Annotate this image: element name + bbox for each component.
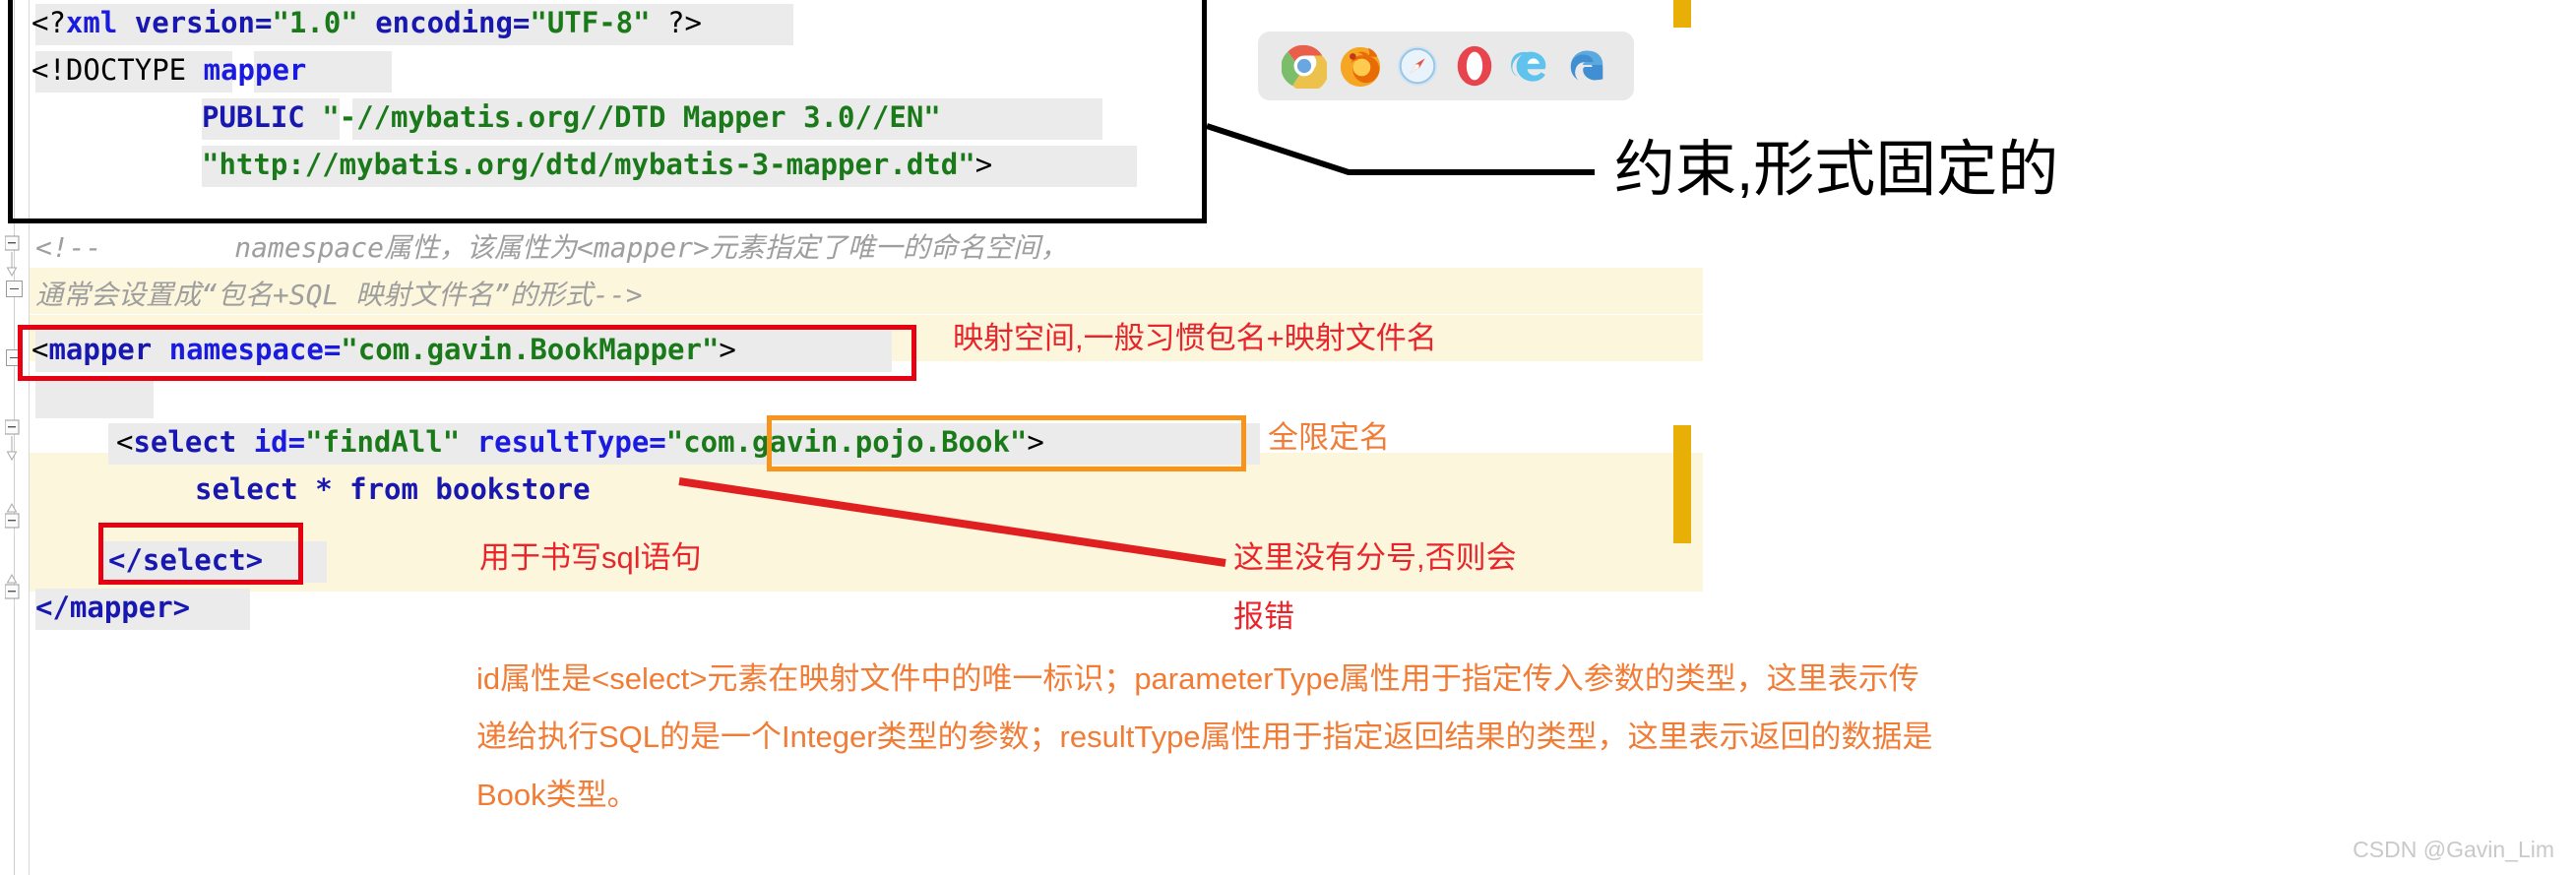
firefox-icon[interactable]: [1338, 43, 1383, 89]
code-line-comment-2[interactable]: 通常会设置成“包名+SQL 映射文件名”的形式-->: [35, 272, 643, 318]
select-resulttype-attr: resultType=: [460, 425, 666, 459]
annotation-sql-usage: 用于书写sql语句: [479, 540, 702, 575]
select-tag-name: select: [133, 425, 237, 459]
annotation-explanation-line3: Book类型。: [476, 778, 638, 812]
annotation-explanation-line2: 递给执行SQL的是一个Integer类型的参数；resultType属性用于指定…: [476, 719, 1933, 754]
code-line-comment-1[interactable]: <!-- namespace属性，该属性为<mapper>元素指定了唯一的命名空…: [35, 224, 1068, 271]
select-id-value: "findAll": [305, 425, 461, 459]
safari-icon[interactable]: [1395, 43, 1440, 89]
annotation-constraint: 约束,形式固定的: [1614, 136, 2059, 204]
edge-icon[interactable]: [1565, 43, 1610, 89]
opera-icon[interactable]: [1452, 43, 1497, 89]
code-line-sql[interactable]: select * from bookstore: [195, 467, 591, 513]
annotation-semicolon-line2: 报错: [1233, 599, 1294, 634]
browser-icon-bar[interactable]: [1258, 31, 1634, 100]
internet-explorer-icon[interactable]: [1508, 43, 1553, 89]
select-close-highlight-box: [98, 523, 303, 585]
chrome-icon[interactable]: [1281, 43, 1329, 93]
mapper-highlight-box: [18, 325, 916, 381]
annotation-semicolon-line1: 这里没有分号,否则会: [1233, 540, 1517, 575]
annotation-explanation-line1: id属性是<select>元素在映射文件中的唯一标识；parameterType…: [476, 661, 1919, 696]
doctype-outline-box: [8, 0, 1207, 223]
select-id-attr: id=: [236, 425, 306, 459]
scroll-mark-top[interactable]: [1673, 0, 1691, 28]
annotation-namespace: 映射空间,一般习惯包名+映射文件名: [953, 321, 1437, 355]
code-line-mapper-close[interactable]: </mapper>: [35, 585, 190, 631]
scroll-mark-middle[interactable]: [1673, 425, 1691, 543]
annotation-fqn: 全限定名: [1268, 420, 1390, 455]
screenshot-root: <?xml version="1.0" encoding="UTF-8" ?> …: [0, 0, 2576, 875]
csdn-watermark: CSDN @Gavin_Lim: [2353, 837, 2554, 862]
resulttype-highlight-box: [767, 415, 1246, 471]
select-lt: <: [116, 425, 134, 459]
